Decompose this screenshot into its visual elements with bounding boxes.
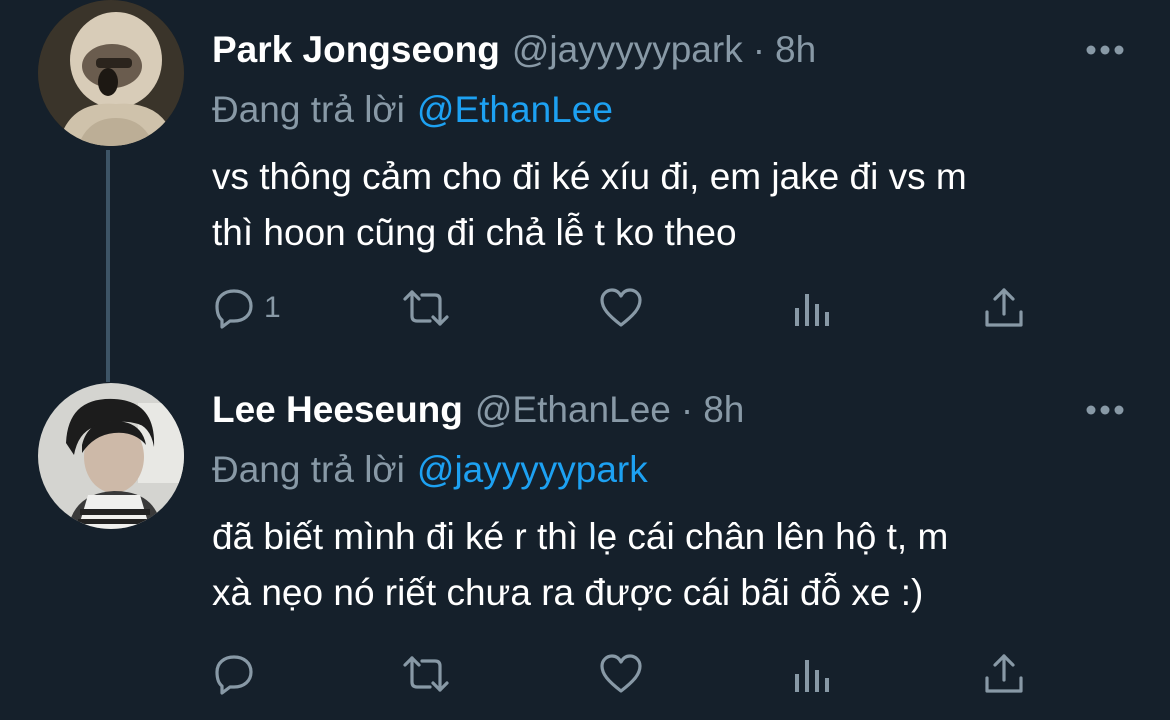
tweet-text: đã biết mình đi ké r thì lẹ cái chân lên… (212, 509, 1132, 621)
share-button[interactable] (982, 650, 1026, 698)
replying-to-label: Đang trả lời (212, 449, 405, 490)
share-icon (985, 654, 1023, 693)
more-icon[interactable] (1084, 43, 1126, 57)
tweet-header: Lee Heeseung @EthanLee · 8h (212, 385, 1130, 435)
display-name[interactable]: Lee Heeseung (212, 385, 463, 435)
reply-icon (215, 289, 253, 329)
tweet-text-line: xà nẹo nó riết chưa ra được cái bãi đỗ x… (212, 572, 924, 613)
retweet-button[interactable] (402, 284, 450, 332)
reply-count: 1 (264, 291, 281, 324)
tweet-actions: 1 (212, 284, 1032, 332)
analytics-icon (795, 660, 829, 692)
reply-button[interactable] (212, 650, 264, 698)
like-icon (600, 288, 642, 327)
timestamp[interactable]: 8h (703, 385, 744, 435)
tweet-text: vs thông cảm cho đi ké xíu đi, em jake đ… (212, 149, 1132, 261)
tweet-header: Park Jongseong @jayyyyypark · 8h (212, 25, 1130, 75)
retweet-icon (403, 290, 449, 326)
replying-to: Đang trả lời @EthanLee (212, 85, 1130, 135)
display-name[interactable]: Park Jongseong (212, 25, 500, 75)
reply-mention-link[interactable]: @EthanLee (417, 89, 613, 130)
reply-button[interactable]: 1 (212, 284, 281, 332)
share-button[interactable] (982, 284, 1026, 332)
like-button[interactable] (598, 650, 644, 698)
avatar-image (38, 383, 184, 529)
avatar-image (38, 0, 184, 146)
username-handle[interactable]: @EthanLee (475, 385, 671, 435)
avatar[interactable] (38, 0, 184, 146)
separator-dot: · (680, 389, 694, 430)
like-button[interactable] (598, 284, 644, 332)
replying-to: Đang trả lời @jayyyyypark (212, 445, 1130, 495)
more-icon[interactable] (1084, 403, 1126, 417)
reply-icon (215, 655, 253, 695)
username-handle[interactable]: @jayyyyypark (512, 25, 743, 75)
analytics-button[interactable] (792, 284, 832, 332)
tweet-text-line: vs thông cảm cho đi ké xíu đi, em jake đ… (212, 156, 967, 197)
tweet-text-line: đã biết mình đi ké r thì lẹ cái chân lên… (212, 516, 949, 557)
analytics-button[interactable] (792, 650, 832, 698)
retweet-button[interactable] (402, 650, 450, 698)
tweet-text-line: thì hoon cũng đi chả lễ t ko theo (212, 212, 737, 253)
separator-dot: · (752, 29, 766, 70)
like-icon (600, 654, 642, 693)
tweet-actions (212, 650, 1032, 698)
timestamp[interactable]: 8h (775, 25, 816, 75)
avatar[interactable] (38, 383, 184, 529)
reply-mention-link[interactable]: @jayyyyypark (417, 449, 648, 490)
replying-to-label: Đang trả lời (212, 89, 405, 130)
thread-connector-line (106, 150, 110, 382)
share-icon (985, 288, 1023, 327)
analytics-icon (795, 294, 829, 326)
retweet-icon (403, 656, 449, 692)
